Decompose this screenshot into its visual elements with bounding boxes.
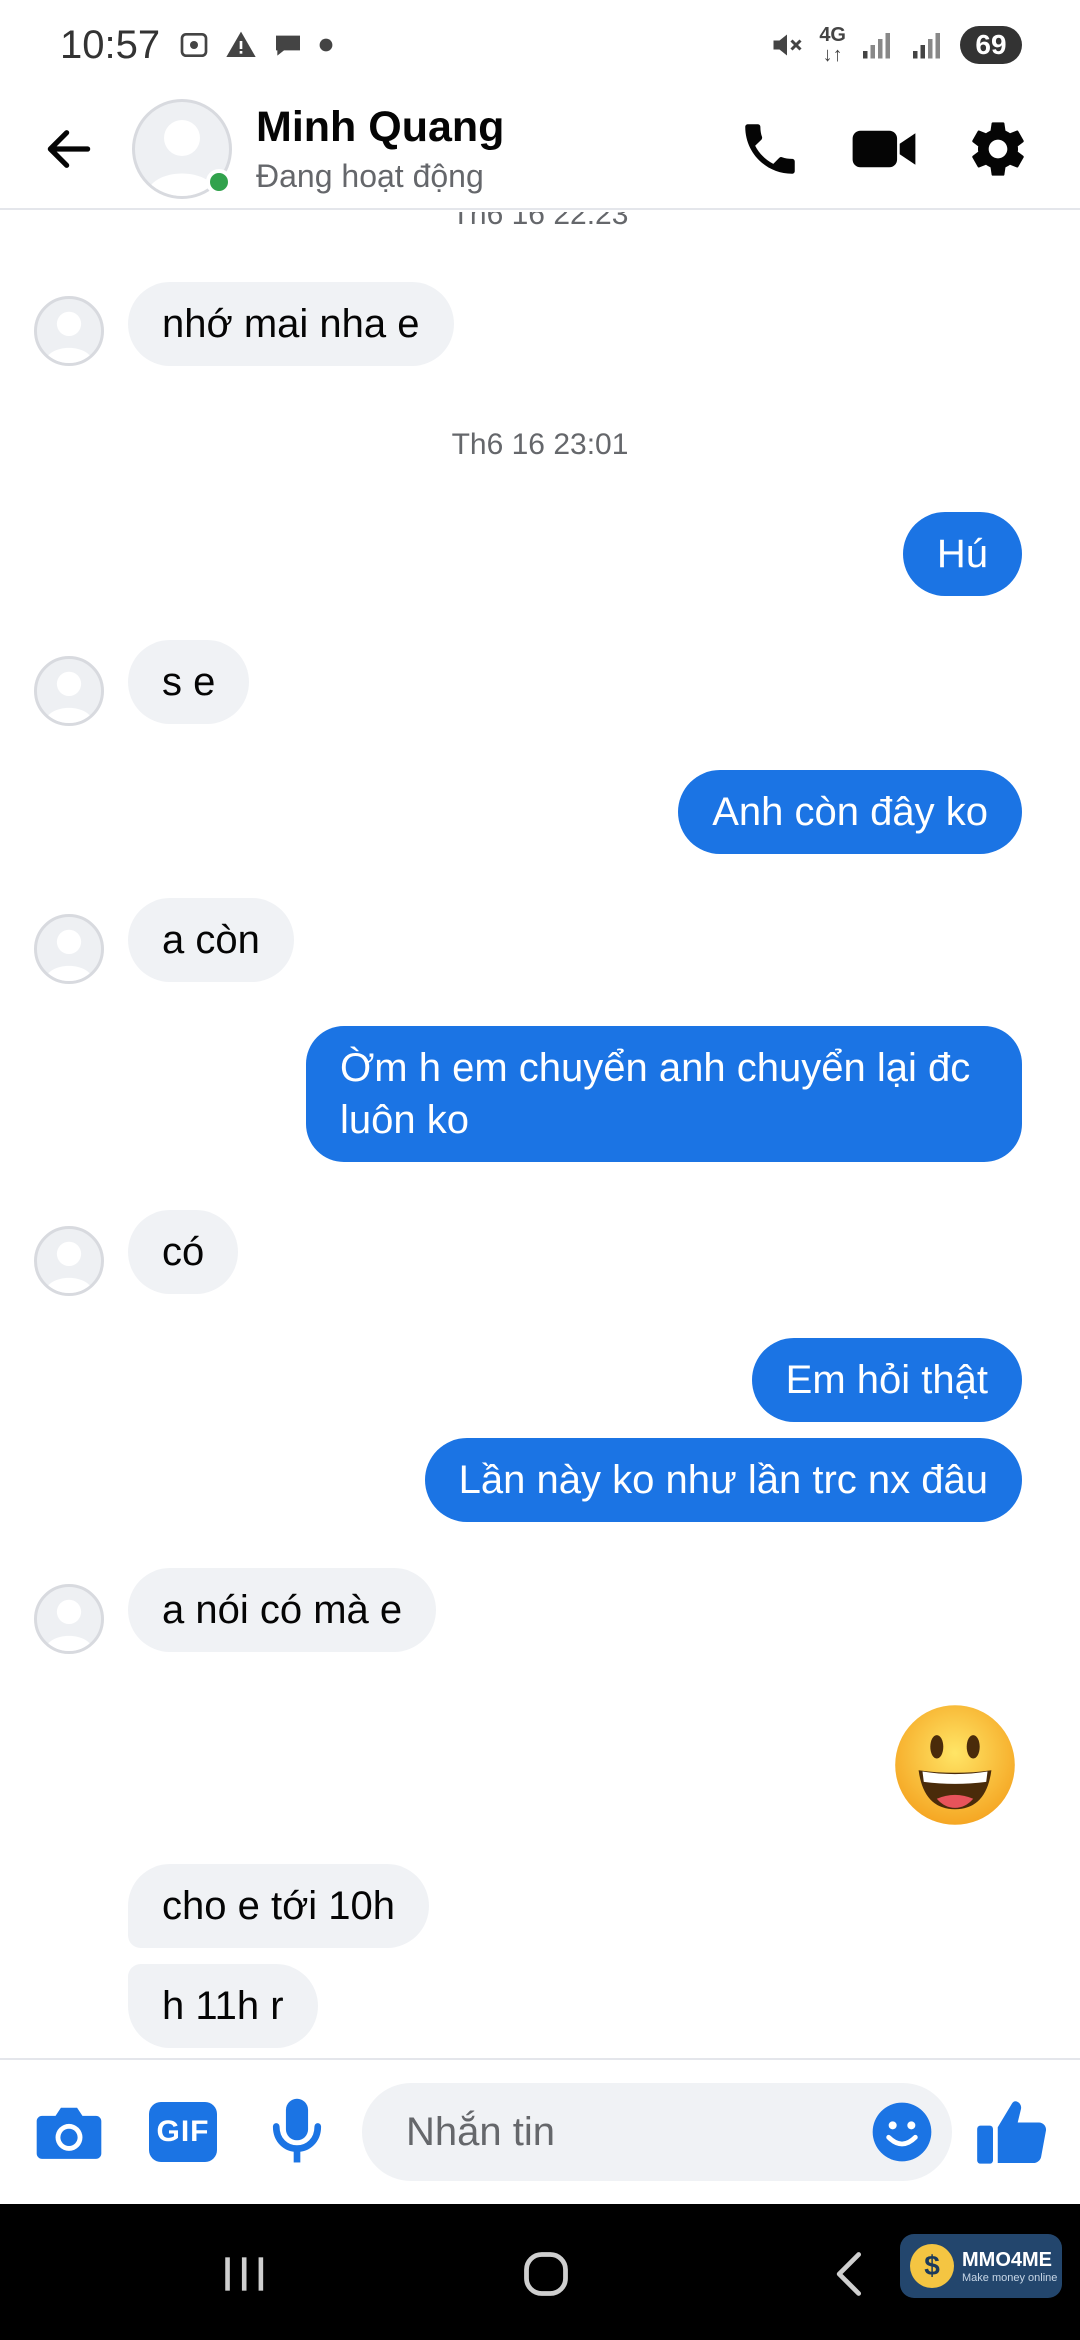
message-bubble[interactable]: Ờm h em chuyển anh chuyển lại đc luôn ko (306, 1026, 1022, 1162)
sender-avatar[interactable] (34, 656, 104, 726)
message-bubble[interactable]: s e (128, 640, 250, 724)
like-button[interactable] (972, 2092, 1052, 2172)
camera-icon (36, 2107, 102, 2159)
voice-call-button[interactable] (736, 115, 804, 183)
video-camera-icon (852, 130, 916, 168)
warning-icon (226, 31, 256, 57)
home-icon (524, 2252, 568, 2296)
message-bubble[interactable]: h 11h r (128, 1964, 318, 2048)
status-bar: 10:57 4G ↓↑ 69 (0, 0, 1080, 90)
message-bubble[interactable]: a nói có mà e (128, 1568, 437, 1652)
message-bubble[interactable]: có (128, 1210, 239, 1294)
emoji-message[interactable] (890, 1700, 1020, 1830)
screenshot-icon (180, 33, 208, 57)
message-bubble[interactable]: Hú (902, 512, 1022, 596)
sender-avatar[interactable] (34, 1226, 104, 1296)
recents-button[interactable] (214, 2244, 274, 2304)
status-time: 10:57 (60, 22, 161, 67)
message-bubble[interactable]: cho e tới 10h (128, 1864, 430, 1948)
message-bubble[interactable]: Anh còn đây ko (678, 770, 1022, 854)
dot-icon (319, 38, 333, 52)
signal-icon-2 (913, 33, 940, 59)
message-thread[interactable]: Th6 16 22:23 nhớ mai nha e Th6 16 23:01 … (0, 212, 1080, 2058)
gif-button[interactable]: GIF (148, 2097, 218, 2167)
notification-icons (178, 29, 334, 61)
watermark-logo: $ MMO4ME Make money online (900, 2234, 1062, 2298)
voice-message-button[interactable] (262, 2097, 332, 2167)
message-bubble[interactable]: a còn (128, 898, 294, 982)
message-input[interactable] (406, 2109, 826, 2155)
watermark-title: MMO4ME (962, 2248, 1052, 2271)
microphone-icon (272, 2098, 322, 2163)
back-arrow-icon (47, 130, 91, 168)
default-avatar-icon (44, 311, 94, 363)
recents-icon (225, 2257, 264, 2291)
timestamp: Th6 16 22:23 (451, 212, 629, 231)
header-actions (736, 115, 1032, 183)
mute-icon (773, 34, 802, 56)
settings-button[interactable] (964, 115, 1032, 183)
message-composer: GIF (0, 2058, 1080, 2204)
watermark-subtitle: Make money online (962, 2271, 1058, 2284)
back-button[interactable] (34, 114, 104, 184)
emoji-button[interactable] (870, 2100, 934, 2164)
contact-name: Minh Quang (256, 103, 505, 151)
smiley-icon (872, 2102, 932, 2162)
sender-avatar[interactable] (34, 914, 104, 984)
signal-icon (863, 33, 890, 59)
system-icons: 4G ↓↑ 69 (769, 25, 1022, 65)
sender-avatar[interactable] (34, 296, 104, 366)
message-bubble[interactable]: nhớ mai nha e (128, 282, 454, 366)
grinning-face-icon (895, 1705, 1015, 1825)
camera-button[interactable] (34, 2097, 104, 2167)
chat-bubble-icon (276, 35, 301, 56)
chevron-left-icon (836, 2252, 862, 2296)
system-nav-bar: $ MMO4ME Make money online (0, 2204, 1080, 2340)
back-nav-button[interactable] (820, 2244, 880, 2304)
video-call-button[interactable] (850, 115, 918, 183)
message-bubble[interactable]: Em hỏi thật (751, 1338, 1022, 1422)
thumbs-up-icon (977, 2101, 1047, 2164)
chat-header: Minh Quang Đang hoạt động (0, 90, 1080, 210)
home-button[interactable] (516, 2244, 576, 2304)
message-input-box[interactable] (362, 2083, 952, 2181)
default-avatar-icon (44, 1599, 94, 1651)
gear-icon (972, 122, 1024, 176)
online-indicator (206, 169, 232, 195)
timestamp: Th6 16 23:01 (451, 428, 629, 461)
phone-icon (745, 124, 795, 174)
sender-avatar[interactable] (34, 1584, 104, 1654)
battery-level: 69 (960, 26, 1022, 64)
contact-status: Đang hoạt động (256, 158, 484, 194)
default-avatar-icon (44, 671, 94, 723)
gif-icon: GIF (149, 2102, 217, 2162)
data-arrows-icon: ↓↑ (822, 44, 843, 66)
message-bubble[interactable]: Lần này ko như lần trc nx đâu (424, 1438, 1022, 1522)
contact-info[interactable]: Minh Quang Đang hoạt động (256, 103, 504, 195)
dollar-coin-icon: $ (910, 2244, 954, 2288)
network-type: 4G ↓↑ (819, 24, 846, 66)
contact-avatar[interactable] (132, 99, 232, 199)
default-avatar-icon (44, 1241, 94, 1293)
default-avatar-icon (44, 929, 94, 981)
